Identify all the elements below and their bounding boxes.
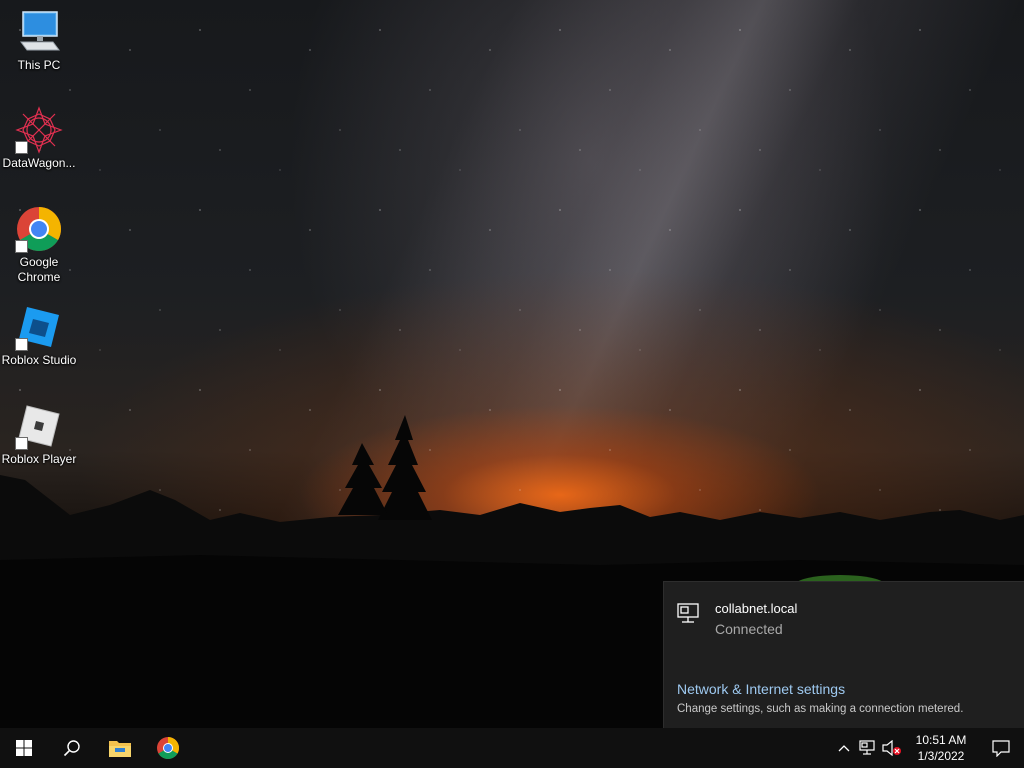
this-pc-icon [15, 8, 63, 56]
roblox-studio-icon [15, 303, 63, 351]
search-button[interactable] [48, 728, 96, 768]
ethernet-icon [676, 602, 704, 628]
taskbar-chrome[interactable] [144, 728, 192, 768]
action-center-icon [992, 739, 1010, 757]
taskbar-clock[interactable]: 10:51 AM 1/3/2022 [904, 732, 978, 764]
shortcut-arrow-icon [15, 437, 28, 450]
datawagon-icon [15, 106, 63, 154]
taskbar-file-explorer[interactable] [96, 728, 144, 768]
network-icon [859, 740, 875, 755]
tray-volume-button[interactable] [880, 728, 904, 768]
desktop-icon-label: Google Chrome [17, 255, 61, 284]
start-button[interactable] [0, 728, 48, 768]
system-tray: 10:51 AM 1/3/2022 [832, 728, 1024, 768]
shortcut-arrow-icon [15, 141, 28, 154]
network-name: collabnet.local [715, 601, 798, 616]
desktop-icon-label: Roblox Player [1, 452, 77, 466]
network-internet-settings-link[interactable]: Network & Internet settings [677, 681, 845, 697]
shortcut-arrow-icon [15, 240, 28, 253]
chevron-up-icon [838, 745, 850, 752]
network-settings-description: Change settings, such as making a connec… [677, 703, 964, 715]
chrome-icon [15, 205, 63, 253]
desktop-icon-google-chrome[interactable]: Google Chrome [0, 205, 78, 285]
search-icon [63, 740, 80, 757]
desktop-icon-roblox-player[interactable]: Roblox Player [0, 402, 78, 467]
shortcut-arrow-icon [15, 338, 28, 351]
tray-network-button[interactable] [856, 728, 880, 768]
desktop-icon-label: DataWagon... [2, 156, 76, 170]
network-connection-item[interactable]: collabnet.local Connected [676, 600, 797, 640]
desktop-icon-datawagon[interactable]: DataWagon... [0, 106, 78, 171]
chrome-icon [157, 737, 179, 759]
desktop-icon-roblox-studio[interactable]: Roblox Studio [0, 303, 78, 368]
desktop-icon-label: Roblox Studio [1, 353, 77, 367]
file-explorer-icon [109, 741, 131, 757]
network-status: Connected [715, 621, 783, 637]
network-flyout: collabnet.local Connected Network & Inte… [663, 581, 1024, 728]
action-center-button[interactable] [978, 728, 1024, 768]
desktop-icon-this-pc[interactable]: This PC [0, 8, 78, 73]
desktop-icon-label: This PC [17, 58, 61, 72]
windows-logo-icon [16, 740, 32, 756]
volume-muted-icon [882, 740, 901, 756]
show-hidden-icons-button[interactable] [832, 728, 856, 768]
taskbar: 10:51 AM 1/3/2022 [0, 728, 1024, 768]
roblox-player-icon [15, 402, 63, 450]
clock-date: 1/3/2022 [917, 749, 965, 763]
clock-time: 10:51 AM [915, 733, 967, 747]
